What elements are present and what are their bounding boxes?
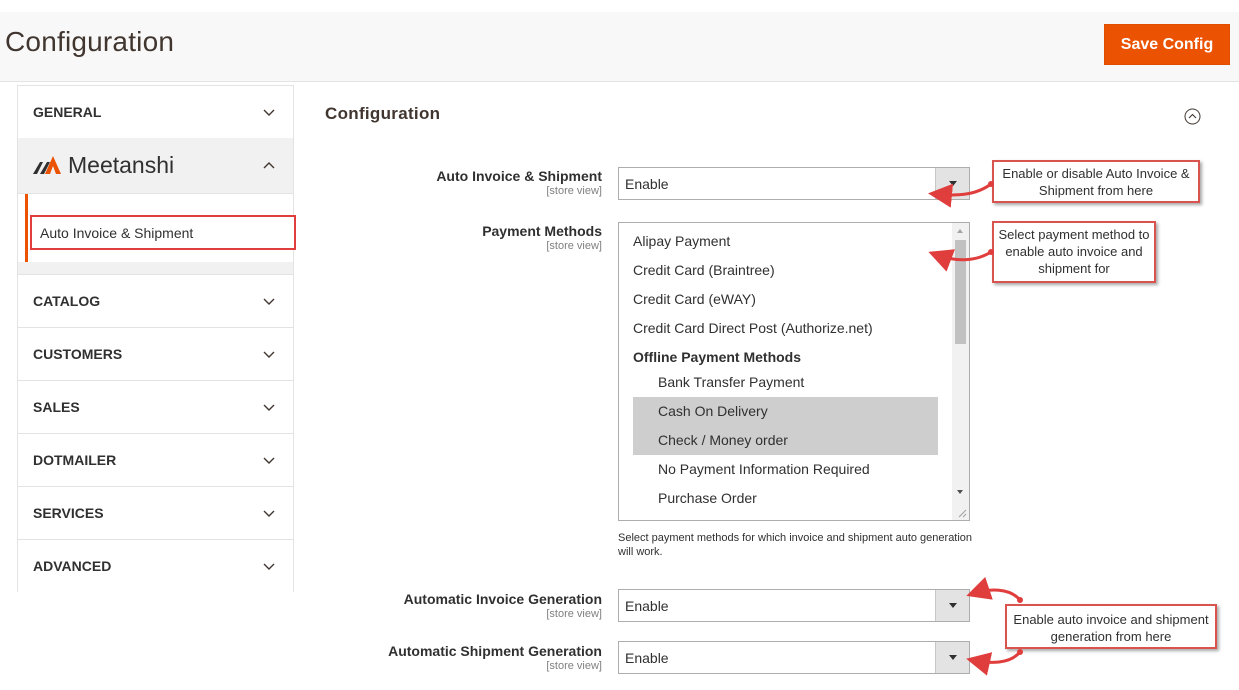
payment-option[interactable]: Bank Transfer Payment [633, 368, 938, 397]
scroll-down-icon[interactable] [957, 490, 963, 494]
select-value: Enable [625, 598, 669, 614]
chevron-down-icon [263, 404, 275, 411]
chevron-down-icon [263, 457, 275, 464]
sidebar-section-dotmailer[interactable]: DOTMAILER [18, 434, 293, 487]
dropdown-arrow-icon[interactable] [935, 642, 969, 673]
chevron-down-icon [263, 563, 275, 570]
scrollbar[interactable] [952, 223, 969, 520]
sidebar-section-label: GENERAL [33, 104, 102, 120]
payment-option[interactable]: Purchase Order [633, 484, 938, 513]
sidebar-item-auto-invoice-shipment[interactable]: Auto Invoice & Shipment [30, 215, 296, 250]
chevron-up-icon [263, 162, 275, 169]
sidebar-section-label: SERVICES [33, 505, 104, 521]
sidebar-section-general[interactable]: GENERAL [18, 86, 293, 139]
sidebar-section-services[interactable]: SERVICES [18, 487, 293, 540]
sidebar-section-label: SALES [33, 399, 80, 415]
arrow-to-shipment-generation [966, 650, 1022, 676]
collapse-icon[interactable] [1184, 108, 1201, 125]
resize-grip-icon[interactable] [957, 508, 967, 518]
sidebar-section-meetanshi[interactable]: Meetanshi [18, 138, 293, 194]
auto-invoice-shipment-select[interactable]: Enable [618, 167, 970, 200]
sidebar-section-catalog[interactable]: CATALOG [18, 275, 293, 328]
brand-name: Meetanshi [68, 151, 175, 178]
payment-option[interactable]: Credit Card (eWAY) [633, 285, 938, 314]
chevron-down-icon [263, 510, 275, 517]
scroll-up-icon[interactable] [957, 229, 963, 233]
payment-option[interactable]: No Payment Information Required [633, 455, 938, 484]
select-value: Enable [625, 650, 669, 666]
dropdown-arrow-icon[interactable] [935, 590, 969, 621]
automatic-invoice-generation-select[interactable]: Enable [618, 589, 970, 622]
meetanshi-logo: Meetanshi [33, 152, 174, 178]
chevron-down-icon [263, 109, 275, 116]
automatic-shipment-generation-label: Automatic Shipment Generation [388, 643, 602, 659]
scrollbar-thumb[interactable] [955, 240, 966, 344]
sidebar-section-advanced[interactable]: ADVANCED [18, 540, 293, 593]
auto-invoice-shipment-label: Auto Invoice & Shipment [436, 168, 602, 184]
arrow-to-invoice-generation [966, 576, 1022, 602]
page-title: Configuration [5, 26, 175, 57]
scope-label: [store view] [546, 185, 602, 197]
scope-label: [store view] [546, 660, 602, 672]
payment-option-selected[interactable]: Check / Money order [633, 426, 938, 455]
callout-select-payment: Select payment method to enable auto inv… [992, 221, 1156, 283]
payment-option-selected[interactable]: Cash On Delivery [633, 397, 938, 426]
scope-label: [store view] [546, 608, 602, 620]
sidebar-section-label: CUSTOMERS [33, 346, 123, 362]
sidebar-section-label: CATALOG [33, 293, 101, 309]
chevron-down-icon [263, 351, 275, 358]
save-config-button[interactable]: Save Config [1104, 24, 1230, 65]
active-indicator [25, 194, 28, 262]
divider [18, 262, 293, 275]
payment-option[interactable]: Credit Card (Braintree) [633, 256, 938, 285]
meetanshi-logo-icon [33, 156, 61, 174]
page-header: Configuration Save Config [0, 12, 1239, 82]
sidebar-section-sales[interactable]: SALES [18, 381, 293, 434]
payment-methods-note: Select payment methods for which invoice… [618, 532, 973, 558]
callout-enable-auto: Enable auto invoice and shipment generat… [1005, 604, 1217, 649]
sidebar-item-label: Auto Invoice & Shipment [40, 225, 194, 241]
section-title[interactable]: Configuration [325, 104, 440, 124]
payment-option[interactable]: Alipay Payment [633, 227, 938, 256]
sidebar-section-customers[interactable]: CUSTOMERS [18, 328, 293, 381]
automatic-shipment-generation-select[interactable]: Enable [618, 641, 970, 674]
payment-option[interactable]: Credit Card Direct Post (Authorize.net) [633, 314, 938, 343]
automatic-invoice-generation-label: Automatic Invoice Generation [403, 591, 602, 607]
payment-methods-multiselect[interactable]: Alipay Payment Credit Card (Braintree) C… [618, 222, 970, 521]
sidebar-section-label: DOTMAILER [33, 452, 117, 468]
config-sidebar: GENERAL Meetanshi Auto Invoice & Shipmen… [17, 85, 296, 593]
callout-enable-disable: Enable or disable Auto Invoice & Shipmen… [992, 160, 1200, 203]
scope-label: [store view] [546, 240, 602, 252]
dropdown-arrow-icon[interactable] [935, 168, 969, 199]
sidebar-section-label: ADVANCED [33, 558, 112, 574]
chevron-down-icon [263, 298, 275, 305]
select-value: Enable [625, 176, 669, 192]
payment-methods-label: Payment Methods [482, 223, 602, 239]
sidebar-subitems: Auto Invoice & Shipment [18, 194, 296, 262]
